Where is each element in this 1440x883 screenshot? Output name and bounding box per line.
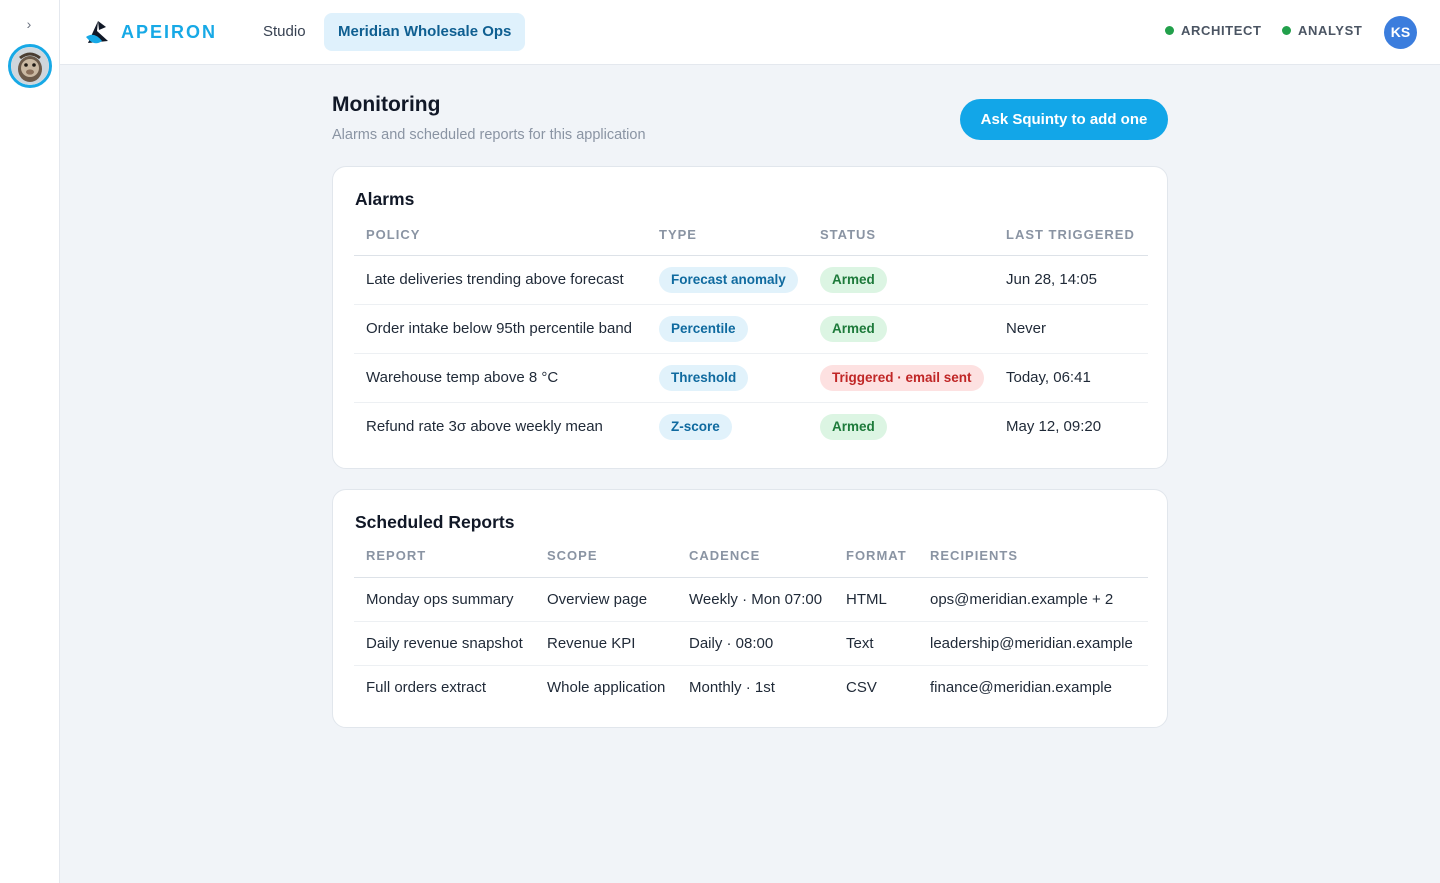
ask-squinty-button[interactable]: Ask Squinty to add one <box>960 99 1168 140</box>
column-header[interactable]: STATUS <box>808 215 994 256</box>
page-subtitle: Alarms and scheduled reports for this ap… <box>332 127 646 143</box>
nav-tab-active-app[interactable]: Meridian Wholesale Ops <box>324 13 526 51</box>
recipients-cell: finance@meridian.example <box>930 678 1112 696</box>
status-cell: Triggered · email sent <box>808 353 994 403</box>
status-badge: Armed <box>820 413 887 440</box>
type-badge: Forecast anomaly <box>659 266 798 293</box>
format-cell: Text <box>834 621 918 666</box>
type-cell: Forecast anomaly <box>647 255 808 305</box>
role-architect-label: ARCHITECT <box>1181 23 1262 38</box>
table-header-row: POLICY TYPE STATUS LAST TRIGGERED <box>354 215 1148 256</box>
status-cell: Armed <box>808 402 994 451</box>
column-header[interactable]: SCOPE <box>535 535 677 578</box>
chevron-right-icon[interactable]: › <box>20 14 38 34</box>
table-row[interactable]: Warehouse temp above 8 °C Threshold Trig… <box>354 353 1148 403</box>
type-cell: Threshold <box>647 353 808 403</box>
policy-cell: Refund rate 3σ above weekly mean <box>366 418 603 436</box>
last-triggered-cell: Today, 06:41 <box>994 353 1148 403</box>
column-header[interactable]: TYPE <box>647 215 808 256</box>
column-header[interactable]: LAST TRIGGERED <box>994 215 1148 256</box>
cadence-cell: Weekly · Mon 07:00 <box>677 577 834 622</box>
column-header[interactable]: REPORT <box>354 535 535 578</box>
report-cell: Monday ops summary <box>354 577 535 622</box>
table-row[interactable]: Order intake below 95th percentile band … <box>354 304 1148 354</box>
column-header[interactable]: POLICY <box>354 215 647 256</box>
policy-cell: Late deliveries trending above forecast <box>354 255 647 305</box>
role-analyst-label: ANALYST <box>1298 23 1363 38</box>
recipients-cell: ops@meridian.example + 2 <box>918 577 1148 622</box>
recipients-cell: leadership@meridian.example <box>918 621 1148 666</box>
brand[interactable]: APEIRON <box>84 16 217 48</box>
report-cell: Full orders extract <box>366 678 487 696</box>
top-bar: APEIRON Studio Meridian Wholesale Ops AR… <box>60 0 1440 65</box>
alarms-title: Alarms <box>355 189 415 209</box>
last-triggered-cell: Jun 28, 14:05 <box>994 255 1148 305</box>
monkey-avatar-icon[interactable] <box>8 44 52 88</box>
scope-cell: Revenue KPI <box>535 621 677 666</box>
table-header-row: REPORT SCOPE CADENCE FORMAT RECIPIENTS <box>354 535 1148 578</box>
cadence-cell: Daily · 08:00 <box>677 621 834 666</box>
brand-name: APEIRON <box>121 21 218 42</box>
apeiron-logo-icon <box>86 21 108 44</box>
last-triggered-cell: May 12, 09:20 <box>1006 418 1102 436</box>
table-row[interactable]: Late deliveries trending above forecast … <box>354 255 1148 305</box>
status-badge: Armed <box>820 266 887 293</box>
format-cell: CSV <box>846 678 877 696</box>
table-row[interactable]: Full orders extract Whole application Mo… <box>354 665 1148 709</box>
type-badge: Threshold <box>659 364 749 391</box>
status-badge: Armed <box>820 315 887 342</box>
cadence-cell: Monthly · 1st <box>689 678 775 696</box>
policy-cell: Order intake below 95th percentile band <box>354 304 647 354</box>
status-badge: Triggered · email sent <box>820 364 984 391</box>
status-cell: Armed <box>808 255 994 305</box>
table-row[interactable]: Monday ops summary Overview page Weekly … <box>354 577 1148 622</box>
reports-table: REPORT SCOPE CADENCE FORMAT RECIPIENTS M… <box>354 535 1148 709</box>
report-cell: Daily revenue snapshot <box>354 621 535 666</box>
page-title: Monitoring <box>332 93 441 116</box>
nav-tab-studio[interactable]: Studio <box>249 13 320 51</box>
role-analyst[interactable]: ANALYST <box>1282 23 1362 38</box>
scope-cell: Overview page <box>535 577 677 622</box>
type-badge: Z-score <box>659 413 732 440</box>
user-avatar[interactable]: KS <box>1384 16 1417 49</box>
alarms-table: POLICY TYPE STATUS LAST TRIGGERED Late d… <box>354 215 1148 451</box>
status-dot-icon <box>1282 26 1291 35</box>
scope-cell: Whole application <box>547 678 666 696</box>
column-header[interactable]: RECIPIENTS <box>918 535 1148 578</box>
column-header[interactable]: CADENCE <box>677 535 834 578</box>
scheduled-reports-card: Scheduled Reports REPORT SCOPE CADENCE F… <box>332 489 1168 728</box>
type-badge: Percentile <box>659 315 748 342</box>
last-triggered-cell: Never <box>994 304 1148 354</box>
column-header[interactable]: FORMAT <box>834 535 918 578</box>
type-cell: Percentile <box>647 304 808 354</box>
status-cell: Armed <box>808 304 994 354</box>
role-architect[interactable]: ARCHITECT <box>1165 23 1262 38</box>
reports-title: Scheduled Reports <box>355 512 515 532</box>
side-rail: › <box>0 0 60 883</box>
table-row[interactable]: Refund rate 3σ above weekly mean Z-score… <box>354 402 1148 451</box>
policy-cell: Warehouse temp above 8 °C <box>354 353 647 403</box>
type-cell: Z-score <box>647 402 808 451</box>
alarms-card: Alarms POLICY TYPE STATUS LAST TRIGGERED… <box>332 166 1168 469</box>
format-cell: HTML <box>834 577 918 622</box>
table-row[interactable]: Daily revenue snapshot Revenue KPI Daily… <box>354 621 1148 666</box>
status-dot-icon <box>1165 26 1174 35</box>
